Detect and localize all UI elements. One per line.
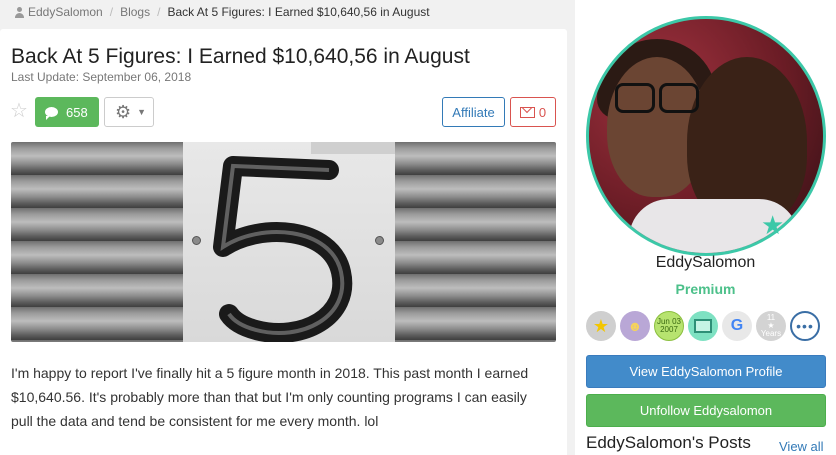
user-icon [14, 6, 25, 18]
chevron-down-icon: ▼ [137, 107, 147, 117]
comment-icon [45, 107, 58, 120]
more-badges-button[interactable]: ••• [790, 311, 820, 341]
favorite-star-icon[interactable]: ☆ [10, 101, 30, 121]
years-badge-count: 11 [766, 313, 776, 322]
author-sidebar: ★ EddySalomon Premium ★ ☻ Jun 03 2007 G … [575, 0, 836, 455]
membership-level: Premium [675, 281, 736, 297]
breadcrumb: EddySalomon / Blogs / Back At 5 Figures:… [14, 4, 430, 20]
years-badge-label: 11 ★ Years [760, 313, 782, 338]
post-body: I'm happy to report I've finally hit a 5… [11, 365, 529, 429]
premium-star-icon: ★ [761, 210, 785, 240]
unfollow-button[interactable]: Unfollow Eddysalomon [586, 394, 826, 427]
comments-button[interactable]: 658 [35, 97, 99, 127]
breadcrumb-separator: / [157, 5, 161, 19]
envelope-icon [519, 106, 535, 118]
author-posts-heading: EddySalomon's Posts [586, 433, 751, 452]
message-count: 0 [538, 104, 547, 120]
google-badge[interactable]: G [722, 311, 752, 341]
gear-icon: ⚙ [115, 102, 132, 122]
join-date-badge[interactable]: Jun 03 2007 [654, 311, 684, 341]
digit-five-graphic [213, 156, 353, 342]
star-badge-icon[interactable]: ★ [586, 311, 616, 341]
avatar-glasses [615, 83, 699, 113]
breadcrumb-blogs-link[interactable]: Blogs [120, 5, 150, 19]
breadcrumb-user-link[interactable]: EddySalomon [28, 5, 103, 19]
view-profile-button[interactable]: View EddySalomon Profile [586, 355, 826, 388]
breadcrumb-current: Back At 5 Figures: I Earned $10,640,56 i… [167, 5, 430, 19]
breadcrumb-separator: / [109, 5, 114, 19]
post-hero-image [11, 142, 556, 342]
years-badge[interactable]: 11 ★ Years [756, 311, 786, 341]
years-badge-unit: Years [760, 329, 782, 338]
browser-window-icon [694, 319, 712, 333]
post-card: Back At 5 Figures: I Earned $10,640,56 i… [0, 29, 567, 455]
affiliate-button[interactable]: Affiliate [442, 97, 505, 127]
post-title: Back At 5 Figures: I Earned $10,640,56 i… [11, 45, 470, 68]
private-message-button[interactable]: 0 [510, 97, 556, 127]
author-username[interactable]: EddySalomon [575, 254, 836, 272]
view-all-posts-link[interactable]: View all [779, 439, 824, 454]
comment-count: 658 [66, 104, 88, 120]
ambassador-badge-icon[interactable]: ☻ [620, 311, 650, 341]
settings-dropdown-button[interactable]: ⚙ ▼ [104, 97, 154, 127]
website-badge-icon[interactable] [688, 311, 718, 341]
achievement-badges: ★ ☻ Jun 03 2007 G 11 ★ Years ••• [586, 311, 820, 341]
last-update: Last Update: September 06, 2018 [11, 70, 192, 84]
author-avatar[interactable] [586, 16, 826, 256]
